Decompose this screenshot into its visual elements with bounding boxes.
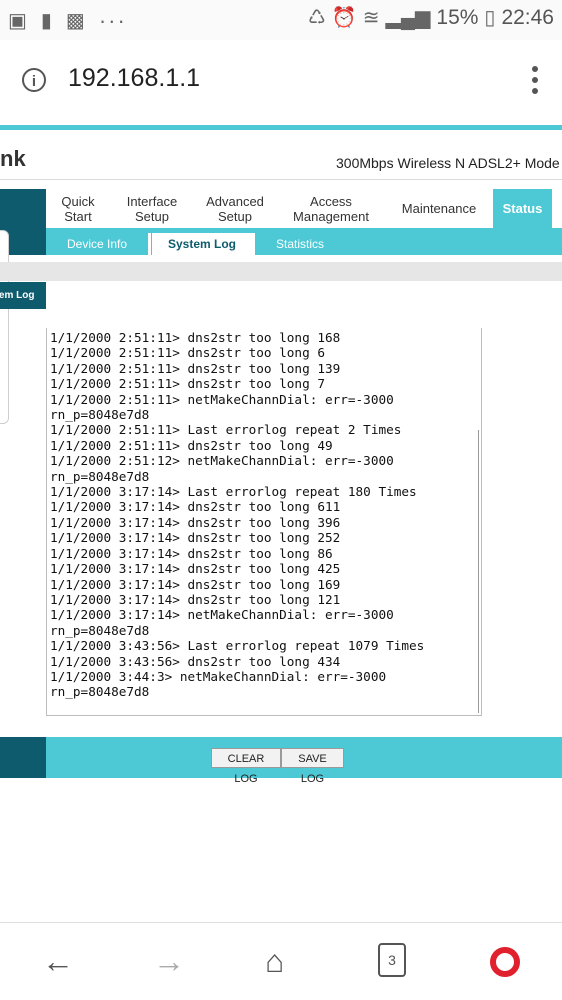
- clear-log-button[interactable]: CLEAR LOG: [211, 748, 281, 785]
- log-scrollbar[interactable]: [478, 430, 479, 713]
- subnav-separator: [148, 233, 151, 255]
- site-info-icon[interactable]: i: [22, 68, 46, 92]
- opera-menu-icon[interactable]: [490, 947, 520, 977]
- brand-logo: nk: [0, 146, 26, 171]
- status-bar: ▣ ▮ ▩ ··· ♺ ⏰ ≊ ▂▄▆ 15% ▯ 22:46: [0, 0, 562, 40]
- header-divider: [0, 179, 562, 180]
- battery-percent: 15%: [436, 6, 479, 29]
- side-panel-edge: [0, 230, 9, 424]
- forward-arrow-icon[interactable]: →: [153, 945, 185, 977]
- battery-icon: ▯: [484, 7, 496, 29]
- browser-menu-icon[interactable]: [532, 66, 540, 94]
- log-content: 1/1/2000 2:51:11> dns2str too long 168 1…: [50, 330, 425, 700]
- sub-nav: Device Info System Log Statistics: [46, 228, 562, 255]
- alarm-icon: ⏰: [331, 7, 357, 29]
- side-label-system-log: stem Log: [0, 282, 46, 309]
- url-field[interactable]: 192.168.1.1: [68, 64, 200, 93]
- subnav-separator: [252, 233, 255, 255]
- notification-icons: ▣ ▮ ▩ ···: [8, 8, 127, 34]
- system-log-textarea[interactable]: 1/1/2000 2:51:11> dns2str too long 168 1…: [46, 328, 482, 716]
- header-accent-bar: [0, 125, 562, 130]
- system-icons: ♺ ⏰ ≊ ▂▄▆ 15% ▯ 22:46: [308, 6, 554, 30]
- nav-maintenance[interactable]: Maintenance: [390, 189, 488, 228]
- nav-interface-setup[interactable]: Interface Setup: [116, 189, 188, 228]
- address-bar: i 192.168.1.1: [0, 40, 562, 124]
- nav-access-management[interactable]: Access Management: [282, 189, 380, 228]
- subnav-device-info[interactable]: Device Info: [46, 233, 148, 255]
- subnav-system-log[interactable]: System Log: [152, 233, 252, 255]
- main-nav: Quick Start Interface Setup Advanced Setup …: [46, 189, 562, 228]
- tabs-icon[interactable]: 3: [378, 943, 406, 977]
- back-arrow-icon[interactable]: ←: [42, 945, 74, 977]
- more-icon: ···: [98, 8, 127, 33]
- subnav-statistics[interactable]: Statistics: [256, 233, 344, 255]
- model-name: 300Mbps Wireless N ADSL2+ Mode: [336, 155, 560, 171]
- alert-icon: ▮: [40, 10, 52, 32]
- browser-bottom-bar: ← → ⌂ 3: [0, 922, 562, 1000]
- wifi-icon: ≊: [362, 7, 380, 29]
- footer-left-block: [0, 737, 46, 778]
- content-band: [0, 262, 562, 281]
- signal-icon: ▂▄▆: [385, 7, 431, 29]
- chat-icon: ▩: [65, 10, 85, 32]
- clock: 22:46: [501, 6, 554, 29]
- image-icon: ▣: [8, 10, 27, 32]
- nav-status[interactable]: Status: [493, 189, 552, 228]
- nav-quick-start[interactable]: Quick Start: [46, 189, 110, 228]
- nav-advanced-setup[interactable]: Advanced Setup: [198, 189, 272, 228]
- battery-saver-icon: ♺: [307, 7, 326, 29]
- save-log-button[interactable]: SAVE LOG: [281, 748, 344, 785]
- home-icon[interactable]: ⌂: [265, 945, 284, 977]
